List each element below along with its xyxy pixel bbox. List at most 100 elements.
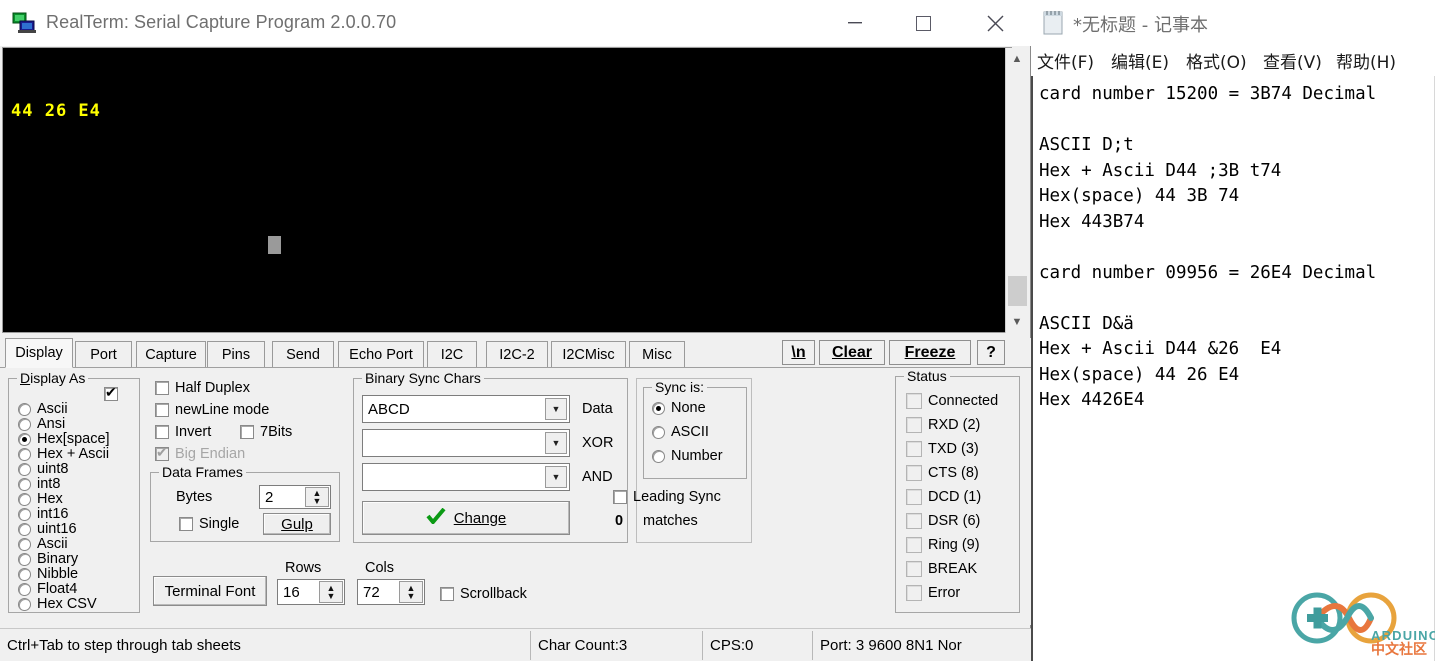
- bytes-spin-buttons[interactable]: ▲ ▼: [305, 487, 329, 507]
- radio-uint16[interactable]: uint16: [18, 521, 77, 537]
- cols-stepper[interactable]: 72 ▲ ▼: [357, 579, 425, 605]
- menu-file[interactable]: 文件(F): [1037, 47, 1094, 73]
- tab-echo-port[interactable]: Echo Port: [338, 341, 424, 367]
- half-duplex-checkbox[interactable]: Half Duplex: [155, 380, 250, 396]
- tab-misc[interactable]: Misc: [629, 341, 685, 367]
- single-checkbox[interactable]: Single: [179, 516, 239, 532]
- radio-hex-space[interactable]: Hex[space]: [18, 431, 110, 447]
- checkbox-label: 7Bits: [260, 424, 293, 440]
- seven-bits-checkbox[interactable]: 7Bits: [240, 424, 292, 440]
- status-rxd: RXD (2): [906, 417, 980, 433]
- tab-display[interactable]: Display: [5, 338, 73, 368]
- newline-button[interactable]: \n: [782, 340, 815, 365]
- radio-icon: [18, 507, 31, 521]
- status-led-icon: [906, 513, 922, 529]
- big-endian-checkbox: Big Endian: [155, 444, 246, 462]
- radio-hex[interactable]: Hex: [18, 491, 63, 507]
- terminal-output[interactable]: 44 26 E4: [2, 47, 1012, 333]
- leading-sync-checkbox[interactable]: Leading Sync: [613, 489, 721, 505]
- terminal-font-button[interactable]: Terminal Font: [153, 576, 267, 606]
- radio-icon: [18, 462, 31, 476]
- scroll-up-icon[interactable]: ▲: [1006, 48, 1028, 70]
- tab-capture[interactable]: Capture: [136, 341, 206, 367]
- sync-and-combo[interactable]: ▼: [362, 463, 570, 491]
- help-button[interactable]: ?: [977, 340, 1005, 365]
- radio-ascii-1[interactable]: Ascii: [18, 401, 68, 417]
- notepad-line: Hex(space) 44 3B 74: [1039, 186, 1240, 206]
- checkbox-label: Big Endian: [175, 446, 246, 462]
- radio-icon: [18, 432, 31, 446]
- radio-label: int8: [37, 476, 61, 492]
- tab-send[interactable]: Send: [272, 341, 334, 367]
- tab-pins[interactable]: Pins: [207, 341, 265, 367]
- chevron-down-icon[interactable]: ▼: [545, 432, 567, 454]
- tab-i2c[interactable]: I2C: [427, 341, 477, 367]
- newline-mode-checkbox[interactable]: newLine mode: [155, 402, 269, 418]
- scroll-down-icon[interactable]: ▼: [1006, 311, 1028, 333]
- radio-hex-ascii[interactable]: Hex + Ascii: [18, 446, 109, 462]
- terminal-scrollbar[interactable]: ▲ ▼: [1005, 48, 1027, 333]
- binary-sync-title: Binary Sync Chars: [362, 370, 484, 386]
- tab-i2cmisc[interactable]: I2CMisc: [551, 341, 626, 367]
- clear-button[interactable]: Clear: [819, 340, 885, 365]
- status-led-icon: [906, 417, 922, 433]
- chevron-down-icon[interactable]: ▼: [545, 466, 567, 488]
- radio-nibble[interactable]: Nibble: [18, 566, 78, 582]
- sync-data-combo[interactable]: ABCD ▼: [362, 395, 570, 423]
- tab-i2c-2[interactable]: I2C-2: [486, 341, 548, 367]
- invert-checkbox[interactable]: Invert: [155, 424, 211, 440]
- spin-down-icon[interactable]: ▼: [327, 592, 336, 601]
- menu-view[interactable]: 查看(V): [1263, 47, 1322, 73]
- radio-int16[interactable]: int16: [18, 506, 68, 522]
- change-button[interactable]: Change: [362, 501, 570, 535]
- radio-ascii-2[interactable]: Ascii: [18, 536, 68, 552]
- minimize-icon[interactable]: [826, 0, 884, 46]
- freeze-button[interactable]: Freeze: [889, 340, 971, 365]
- menu-format[interactable]: 格式(O): [1186, 47, 1247, 73]
- status-group: Status Connected RXD (2) TXD (3) CTS (8)…: [895, 368, 1020, 613]
- notepad-titlebar: *无标题 - 记事本: [1031, 0, 1441, 44]
- radio-uint8[interactable]: uint8: [18, 461, 68, 477]
- scrollbar-thumb[interactable]: [1008, 276, 1027, 306]
- notepad-line: Hex + Ascii D44 &26 E4: [1039, 339, 1282, 359]
- chevron-down-icon[interactable]: ▼: [545, 398, 567, 420]
- change-button-label: Change: [453, 509, 507, 527]
- bytes-stepper[interactable]: 2 ▲ ▼: [259, 485, 331, 509]
- status-txd: TXD (3): [906, 441, 979, 457]
- cols-spin-buttons[interactable]: ▲ ▼: [399, 581, 423, 603]
- notepad-text-area[interactable]: card number 15200 = 3B74 Decimal ASCII D…: [1031, 76, 1434, 661]
- radio-icon: [18, 537, 31, 551]
- radio-label: Binary: [37, 551, 79, 567]
- rows-stepper[interactable]: 16 ▲ ▼: [277, 579, 345, 605]
- close-icon[interactable]: [966, 0, 1024, 46]
- realterm-window: RealTerm: Serial Capture Program 2.0.0.7…: [0, 0, 1031, 661]
- menu-edit[interactable]: 编辑(E): [1111, 47, 1169, 73]
- radio-ansi[interactable]: Ansi: [18, 416, 65, 432]
- radio-int8[interactable]: int8: [18, 476, 60, 492]
- menu-help[interactable]: 帮助(H): [1336, 47, 1396, 73]
- rows-spin-buttons[interactable]: ▲ ▼: [319, 581, 343, 603]
- radio-sync-ascii[interactable]: ASCII: [652, 424, 709, 440]
- radio-label: None: [671, 400, 706, 416]
- notepad-window: *无标题 - 记事本 文件(F) 编辑(E) 格式(O) 查看(V) 帮助(H)…: [1031, 0, 1441, 661]
- radio-hex-csv[interactable]: Hex CSV: [18, 596, 97, 612]
- display-as-enable-checkbox[interactable]: [104, 384, 118, 401]
- radio-label: Hex + Ascii: [37, 446, 110, 462]
- spin-down-icon[interactable]: ▼: [313, 497, 322, 506]
- maximize-icon[interactable]: [894, 0, 952, 46]
- status-label: Error: [928, 585, 961, 601]
- radio-float4[interactable]: Float4: [18, 581, 77, 597]
- radio-sync-number[interactable]: Number: [652, 448, 723, 464]
- sync-xor-combo[interactable]: ▼: [362, 429, 570, 457]
- realterm-app-icon: [12, 11, 36, 35]
- radio-sync-none[interactable]: None: [652, 400, 706, 416]
- tab-port[interactable]: Port: [75, 341, 132, 367]
- radio-binary[interactable]: Binary: [18, 551, 78, 567]
- checkbox-icon: [155, 403, 169, 417]
- gulp-button[interactable]: Gulp: [263, 513, 331, 535]
- scrollback-checkbox[interactable]: Scrollback: [440, 586, 527, 602]
- spin-down-icon[interactable]: ▼: [407, 592, 416, 601]
- radio-icon: [18, 582, 31, 596]
- checkbox-icon: [179, 517, 193, 531]
- radio-icon: [652, 425, 665, 439]
